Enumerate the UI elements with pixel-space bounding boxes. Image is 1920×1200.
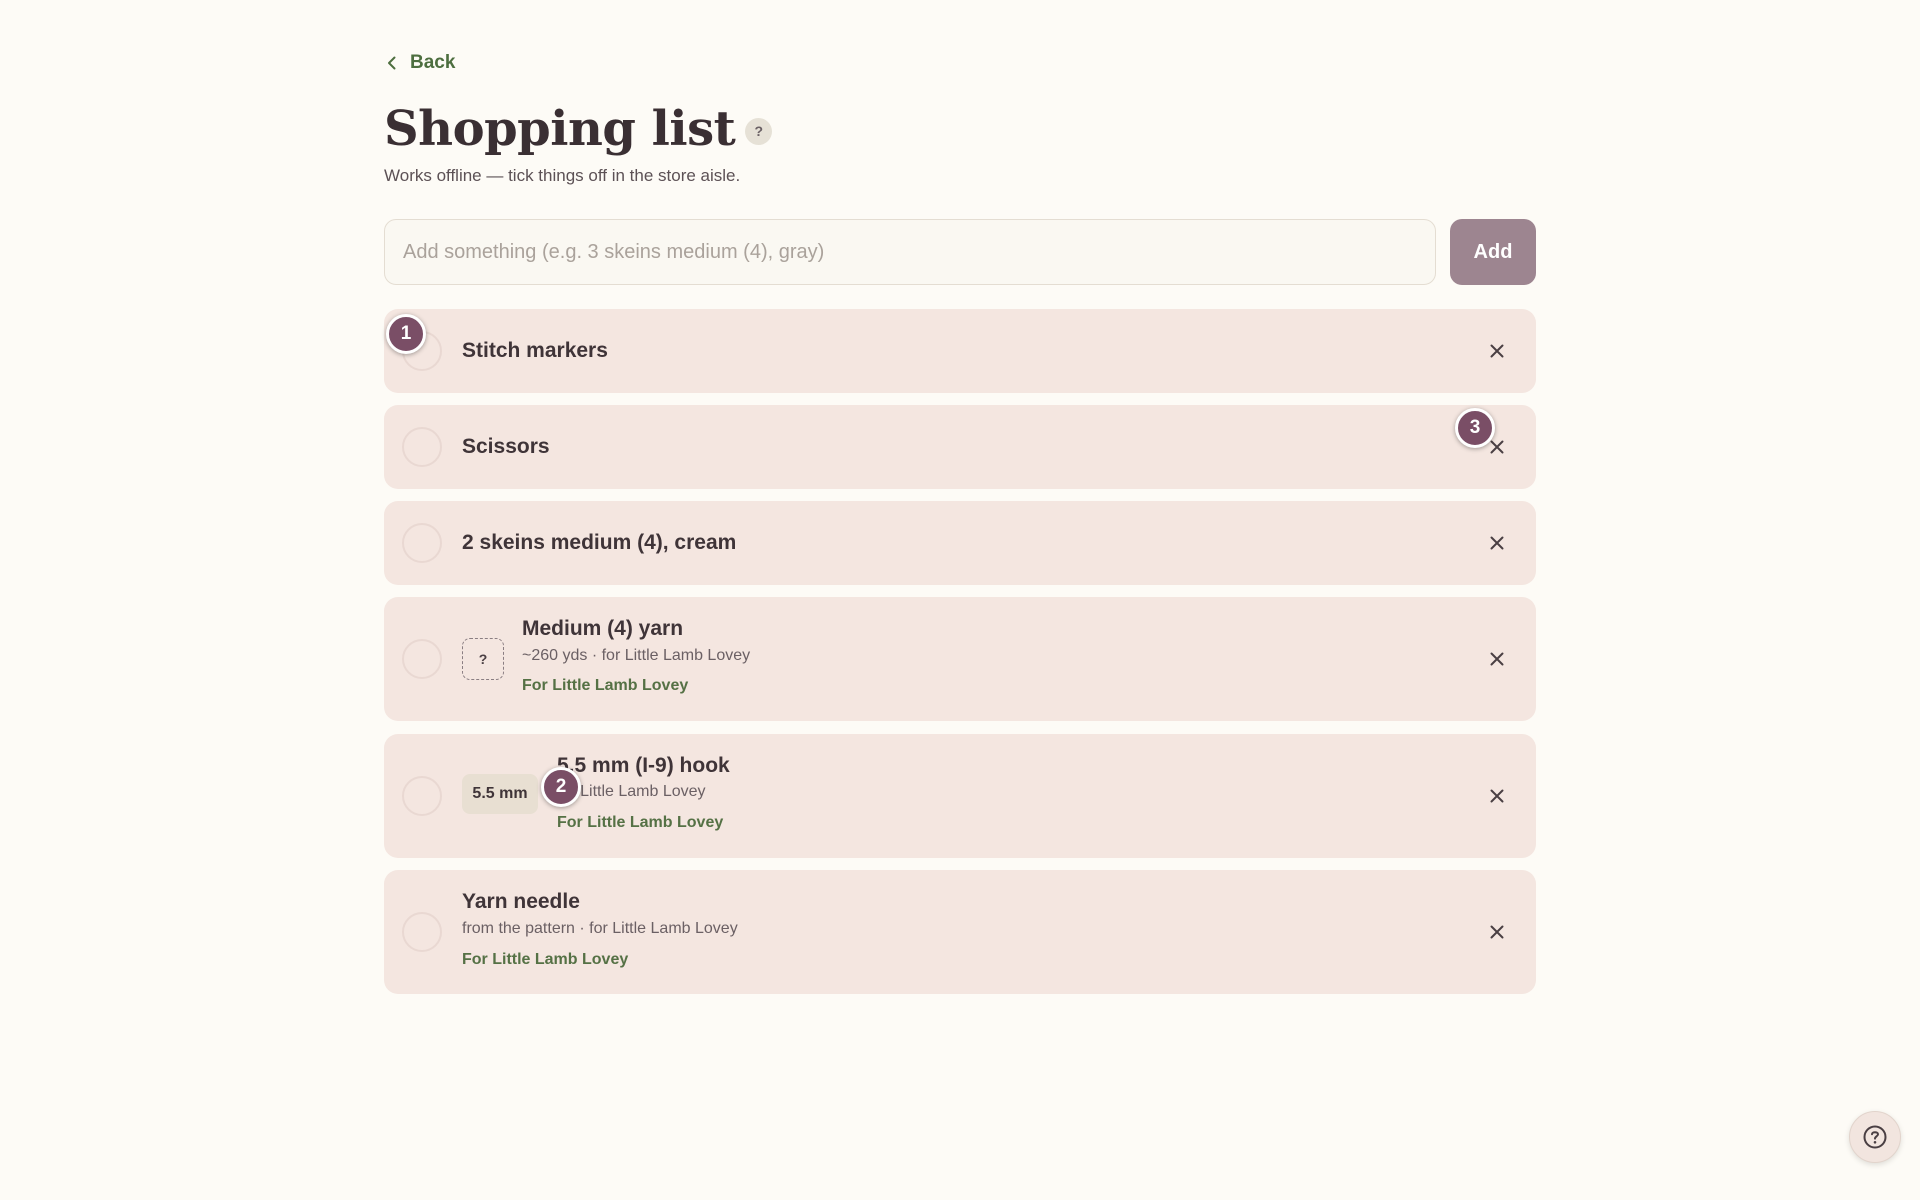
close-icon (1490, 440, 1504, 454)
hook-size-chip: 5.5 mm (462, 774, 538, 814)
add-button[interactable]: Add (1450, 219, 1536, 285)
chevron-left-icon (388, 56, 396, 70)
annotation-marker-1: 1 (386, 314, 426, 354)
annotation-marker-2: 2 (541, 767, 581, 807)
list-item: Yarn needle from the pattern · for Littl… (384, 870, 1536, 994)
item-label: Stitch markers (462, 339, 608, 362)
item-label: Medium (4) yarn (522, 617, 684, 640)
help-icon[interactable]: ? (745, 117, 773, 145)
annotation-marker-3: 3 (1455, 408, 1495, 448)
item-checkbox[interactable] (402, 776, 442, 816)
item-label: Yarn needle (462, 890, 580, 913)
page-title: Shopping list (384, 101, 736, 157)
close-icon (1490, 789, 1504, 803)
list-item: 2 skeins medium (4), cream (384, 501, 1536, 585)
item-checkbox[interactable] (402, 523, 442, 563)
item-meta: ~260 yds · for Little Lamb Lovey (522, 647, 751, 664)
list-item: Stitch markers (384, 309, 1536, 393)
remove-item-button[interactable] (1482, 528, 1512, 558)
close-icon (1490, 344, 1504, 358)
item-label: 2 skeins medium (4), cream (462, 531, 737, 554)
item-project-tag: For Little Lamb Lovey (522, 677, 689, 694)
list-item: Scissors (384, 405, 1536, 489)
remove-item-button[interactable] (1482, 336, 1512, 366)
item-project-tag: For Little Lamb Lovey (557, 814, 724, 831)
page-subtitle: Works offline — tick things off in the s… (384, 166, 741, 185)
item-checkbox[interactable] (402, 427, 442, 467)
title-row: Shopping list ? (384, 100, 773, 158)
back-link[interactable]: Back (384, 50, 455, 76)
list-item: ? Medium (4) yarn ~260 yds · for Little … (384, 597, 1536, 721)
unknown-yarn-icon: ? (462, 638, 504, 680)
close-icon (1490, 652, 1504, 666)
item-project-tag: For Little Lamb Lovey (462, 951, 629, 968)
add-item-input[interactable] (384, 219, 1436, 285)
item-checkbox[interactable] (402, 639, 442, 679)
item-label: 5.5 mm (I-9) hook (557, 754, 730, 777)
back-label: Back (410, 52, 456, 73)
item-checkbox[interactable] (402, 912, 442, 952)
question-circle-icon (1863, 1125, 1887, 1149)
close-icon (1490, 536, 1504, 550)
close-icon (1490, 925, 1504, 939)
help-button[interactable] (1849, 1111, 1901, 1163)
item-meta: from the pattern · for Little Lamb Lovey (462, 920, 738, 937)
remove-item-button[interactable] (1482, 781, 1512, 811)
item-label: Scissors (462, 435, 550, 458)
remove-item-button[interactable] (1482, 917, 1512, 947)
remove-item-button[interactable] (1482, 644, 1512, 674)
